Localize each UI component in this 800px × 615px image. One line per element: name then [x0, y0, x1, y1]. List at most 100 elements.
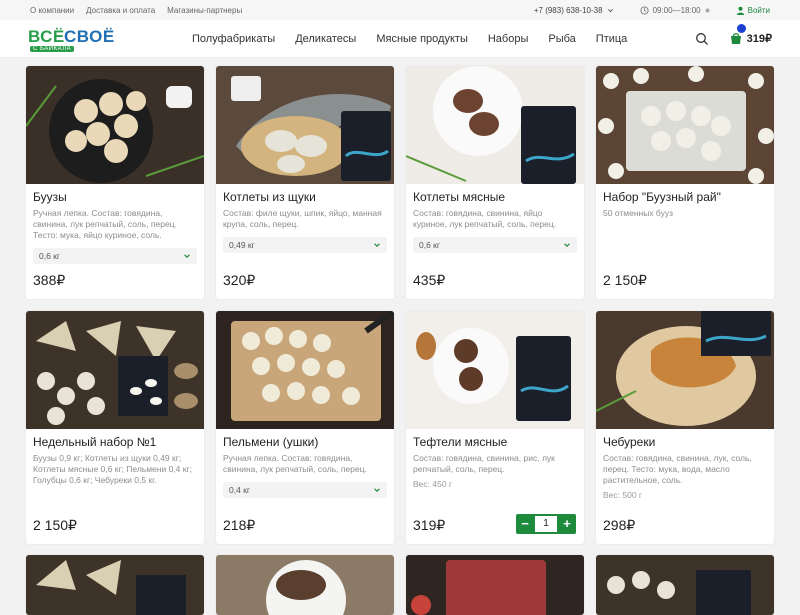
product-card[interactable]: Котлеты мясные Состав: говядина, свинина…: [406, 66, 584, 299]
product-price: 298₽: [603, 517, 636, 533]
product-image[interactable]: [26, 555, 204, 615]
product-description: Буузы 0,9 кг; Котлеты из щуки 0,49 кг; К…: [33, 453, 192, 485]
product-price: 218₽: [223, 517, 256, 533]
status-dot-icon: [705, 8, 710, 12]
top-bar: О компании Доставка и оплата Магазины-па…: [0, 0, 800, 20]
product-image[interactable]: [406, 555, 584, 615]
product-card[interactable]: [26, 555, 204, 615]
product-weight: Вес: 450 г: [413, 479, 453, 489]
link-delivery[interactable]: Доставка и оплата: [86, 6, 155, 15]
cart-button[interactable]: 319₽: [729, 23, 772, 46]
product-name[interactable]: Чебуреки: [596, 429, 774, 449]
search-icon[interactable]: [695, 32, 709, 46]
product-name[interactable]: Котлеты мясные: [406, 184, 584, 204]
product-grid-row-3: [26, 555, 774, 615]
product-weight: Вес: 500 г: [603, 490, 643, 500]
product-price: 319₽: [413, 517, 446, 533]
product-card[interactable]: Котлеты из щуки Состав: филе щуки, шпик,…: [216, 66, 394, 299]
product-card[interactable]: Недельный набор №1 Буузы 0,9 кг; Котлеты…: [26, 311, 204, 544]
user-icon: [736, 6, 744, 15]
product-image[interactable]: [216, 311, 394, 429]
cart-total: 319₽: [746, 33, 772, 45]
link-partner-stores[interactable]: Магазины-партнеры: [167, 6, 242, 15]
product-description: Ручная лепка. Состав: говядина, свинина,…: [33, 208, 177, 240]
product-price: 2 150₽: [33, 517, 77, 533]
phone-dropdown[interactable]: +7 (983) 638-10-38: [534, 6, 614, 15]
product-name[interactable]: Тефтели мясные: [406, 429, 584, 449]
product-image[interactable]: [596, 66, 774, 184]
chevron-down-icon: [374, 488, 380, 493]
quantity-stepper[interactable]: − 1 +: [516, 514, 576, 534]
phone-number: +7 (983) 638-10-38: [533, 5, 603, 15]
weight-select-value: 0,49 кг: [229, 240, 255, 250]
chevron-down-icon: [564, 243, 570, 248]
working-hours: 09:00—18:00: [640, 6, 710, 15]
quantity-value[interactable]: 1: [535, 516, 557, 532]
nav-sets[interactable]: Наборы: [488, 33, 529, 45]
login-button[interactable]: Войти: [736, 6, 770, 15]
product-description: Состав: говядина, свинина, рис, лук репч…: [413, 453, 555, 474]
product-card[interactable]: [216, 555, 394, 615]
product-image[interactable]: [406, 311, 584, 429]
logo-word-2: СВОЁ: [64, 26, 115, 46]
cart-badge: [736, 23, 746, 33]
top-links: О компании Доставка и оплата Магазины-па…: [30, 6, 242, 15]
product-card[interactable]: Набор "Буузный рай" 50 отменных бууз 2 1…: [596, 66, 774, 299]
weight-select[interactable]: 0,49 кг: [223, 237, 387, 253]
chevron-down-icon: [607, 8, 613, 12]
product-image[interactable]: [26, 66, 204, 184]
hours-text: 09:00—18:00: [652, 5, 701, 15]
product-name[interactable]: Буузы: [26, 184, 204, 204]
product-price: 320₽: [223, 272, 256, 288]
product-description: Состав: говядина, свинина, лук, соль, пе…: [603, 453, 752, 485]
weight-select-value: 0,4 кг: [229, 485, 250, 495]
chevron-down-icon: [374, 243, 380, 248]
weight-select-value: 0,6 кг: [419, 240, 440, 250]
clock-icon: [640, 5, 649, 15]
product-card[interactable]: Чебуреки Состав: говядина, свинина, лук,…: [596, 311, 774, 544]
product-card[interactable]: Буузы Ручная лепка. Состав: говядина, св…: [26, 66, 204, 299]
main-nav: Полуфабрикаты Деликатесы Мясные продукты…: [192, 33, 647, 45]
product-description: Ручная лепка. Состав: говядина, свинина,…: [223, 453, 367, 474]
logo-word-1: ВСЁ: [28, 26, 65, 46]
product-grid: Буузы Ручная лепка. Состав: говядина, св…: [26, 66, 774, 544]
product-price: 2 150₽: [603, 272, 647, 288]
logo-subtitle: С БАЙКАЛА: [30, 45, 75, 52]
weight-select[interactable]: 0,4 кг: [223, 482, 387, 498]
product-card[interactable]: Тефтели мясные Состав: говядина, свинина…: [406, 311, 584, 544]
product-name[interactable]: Недельный набор №1: [26, 429, 204, 449]
weight-select-value: 0,6 кг: [39, 251, 60, 261]
weight-select[interactable]: 0,6 кг: [33, 248, 197, 264]
weight-select[interactable]: 0,6 кг: [413, 237, 577, 253]
top-right: +7 (983) 638-10-38 09:00—18:00 Войти: [534, 6, 770, 15]
product-name[interactable]: Пельмени (ушки): [216, 429, 394, 449]
product-image[interactable]: [216, 555, 394, 615]
product-image[interactable]: [596, 311, 774, 429]
product-price: 435₽: [413, 272, 446, 288]
product-card[interactable]: [406, 555, 584, 615]
product-description: Состав: филе щуки, шпик, яйцо, манная кр…: [223, 208, 382, 229]
product-name[interactable]: Набор "Буузный рай": [596, 184, 774, 204]
nav-semi-finished[interactable]: Полуфабрикаты: [192, 33, 275, 45]
chevron-down-icon: [184, 254, 190, 259]
product-price: 388₽: [33, 272, 66, 288]
product-description: Состав: говядина, свинина, яйцо куриное,…: [413, 208, 557, 229]
nav-poultry[interactable]: Птица: [596, 33, 628, 45]
nav-delicacies[interactable]: Деликатесы: [295, 33, 356, 45]
main-header: ВСЁ СВОЁ С БАЙКАЛА Полуфабрикаты Деликат…: [0, 20, 800, 58]
minus-button[interactable]: −: [516, 514, 534, 534]
product-image[interactable]: [596, 555, 774, 615]
product-card[interactable]: [596, 555, 774, 615]
product-image[interactable]: [26, 311, 204, 429]
product-image[interactable]: [216, 66, 394, 184]
link-about[interactable]: О компании: [30, 6, 74, 15]
nav-fish[interactable]: Рыба: [548, 33, 575, 45]
logo[interactable]: ВСЁ СВОЁ С БАЙКАЛА: [28, 24, 114, 54]
product-name[interactable]: Котлеты из щуки: [216, 184, 394, 204]
plus-button[interactable]: +: [558, 514, 576, 534]
product-image[interactable]: [406, 66, 584, 184]
product-card[interactable]: Пельмени (ушки) Ручная лепка. Состав: го…: [216, 311, 394, 544]
product-description: 50 отменных бууз: [603, 208, 674, 218]
login-label: Войти: [747, 5, 770, 15]
nav-meat-products[interactable]: Мясные продукты: [376, 33, 468, 45]
